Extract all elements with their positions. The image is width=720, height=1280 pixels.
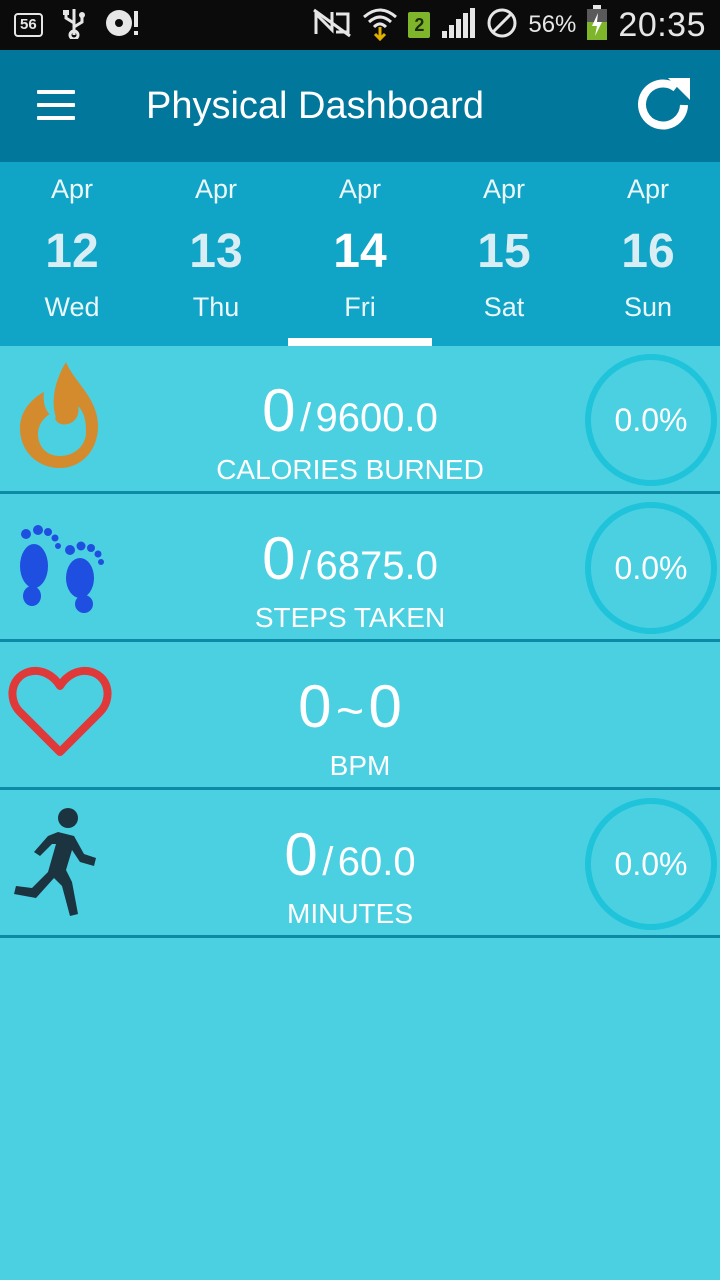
calories-value-line: 0 / 9600.0 [130, 376, 570, 445]
date-tab-wed[interactable]: Apr 12 Wed [0, 162, 144, 346]
date-day: 13 [189, 225, 243, 278]
signal-icon [440, 7, 476, 44]
usb-icon [61, 7, 87, 44]
status-right: 2 56% 20:35 [312, 4, 706, 46]
minutes-label: MINUTES [287, 898, 413, 929]
running-person-icon [12, 806, 102, 925]
active-minutes-card[interactable]: 0 / 60.0 MINUTES 0.0% [0, 790, 720, 938]
date-selector: Apr 12 Wed Apr 13 Thu Apr 14 Fri Apr 15 … [0, 162, 720, 346]
calories-label: CALORIES BURNED [216, 454, 484, 485]
date-day: 15 [477, 225, 531, 278]
refresh-button[interactable] [628, 70, 698, 140]
date-weekday: Thu [192, 292, 240, 322]
date-day: 16 [621, 225, 675, 278]
battery-percent: 56% [528, 11, 577, 38]
battery-charging-icon [586, 4, 608, 46]
steps-separator: / [299, 544, 312, 588]
steps-progress-ring: 0.0% [585, 502, 717, 634]
date-day: 12 [45, 225, 99, 278]
date-weekday: Sat [483, 292, 525, 322]
date-month: Apr [626, 174, 670, 204]
app-bar: Physical Dashboard [0, 50, 720, 162]
date-tab-sat[interactable]: Apr 15 Sat [432, 162, 576, 346]
minutes-progress-ring: 0.0% [585, 798, 717, 930]
minutes-value-line: 0 / 60.0 [130, 820, 570, 889]
bpm-min: 0 [298, 673, 332, 740]
heart-rate-value-line: 0 ~ 0 [130, 672, 570, 741]
steps-label: STEPS TAKEN [254, 602, 446, 633]
date-tab-thu[interactable]: Apr 13 Thu [144, 162, 288, 346]
calories-target: 9600.0 [315, 396, 438, 440]
minutes-target: 60.0 [337, 840, 416, 884]
date-month: Apr [50, 174, 94, 204]
wifi-icon [362, 5, 398, 46]
menu-icon-line [37, 103, 75, 107]
media-alert-icon [105, 7, 141, 44]
bpm-max: 0 [368, 673, 402, 740]
page-title: Physical Dashboard [146, 85, 484, 127]
flame-icon [16, 360, 106, 475]
refresh-icon [638, 78, 690, 130]
bpm-separator: ~ [335, 685, 365, 738]
steps-target: 6875.0 [315, 544, 438, 588]
menu-icon-line [37, 90, 75, 94]
status-bar: 56 2 56% 20:35 [0, 0, 720, 50]
minutes-current: 0 [284, 821, 318, 888]
date-month: Apr [338, 174, 382, 204]
date-tab-sun[interactable]: Apr 16 Sun [576, 162, 720, 346]
date-month: Apr [482, 174, 526, 204]
do-not-disturb-icon [486, 7, 518, 44]
steps-card[interactable]: 0 / 6875.0 STEPS TAKEN 0.0% [0, 494, 720, 642]
date-weekday: Sun [623, 292, 673, 322]
calories-progress-ring: 0.0% [585, 354, 717, 486]
date-weekday: Wed [44, 292, 100, 322]
date-weekday: Fri [344, 292, 376, 322]
selected-date-indicator [288, 338, 432, 346]
sim-slot-badge: 2 [408, 12, 431, 38]
date-tab-fri[interactable]: Apr 14 Fri [288, 162, 432, 346]
calories-separator: / [299, 396, 312, 440]
steps-current: 0 [262, 525, 296, 592]
footprints-icon [12, 518, 108, 619]
calories-card[interactable]: 0 / 9600.0 CALORIES BURNED 0.0% [0, 346, 720, 494]
status-clock: 20:35 [618, 5, 706, 44]
steps-value-line: 0 / 6875.0 [130, 524, 570, 593]
heart-icon [8, 664, 112, 765]
menu-button[interactable] [26, 82, 86, 130]
date-day: 14 [333, 225, 387, 278]
status-left: 56 [14, 8, 141, 42]
notification-count-badge: 56 [14, 13, 43, 37]
minutes-separator: / [322, 840, 334, 884]
nfc-muted-icon [312, 8, 352, 43]
heart-rate-card[interactable]: 0 ~ 0 BPM [0, 642, 720, 790]
bpm-label: BPM [329, 750, 391, 781]
menu-icon-line [37, 116, 75, 120]
date-month: Apr [194, 174, 238, 204]
calories-current: 0 [262, 377, 296, 444]
